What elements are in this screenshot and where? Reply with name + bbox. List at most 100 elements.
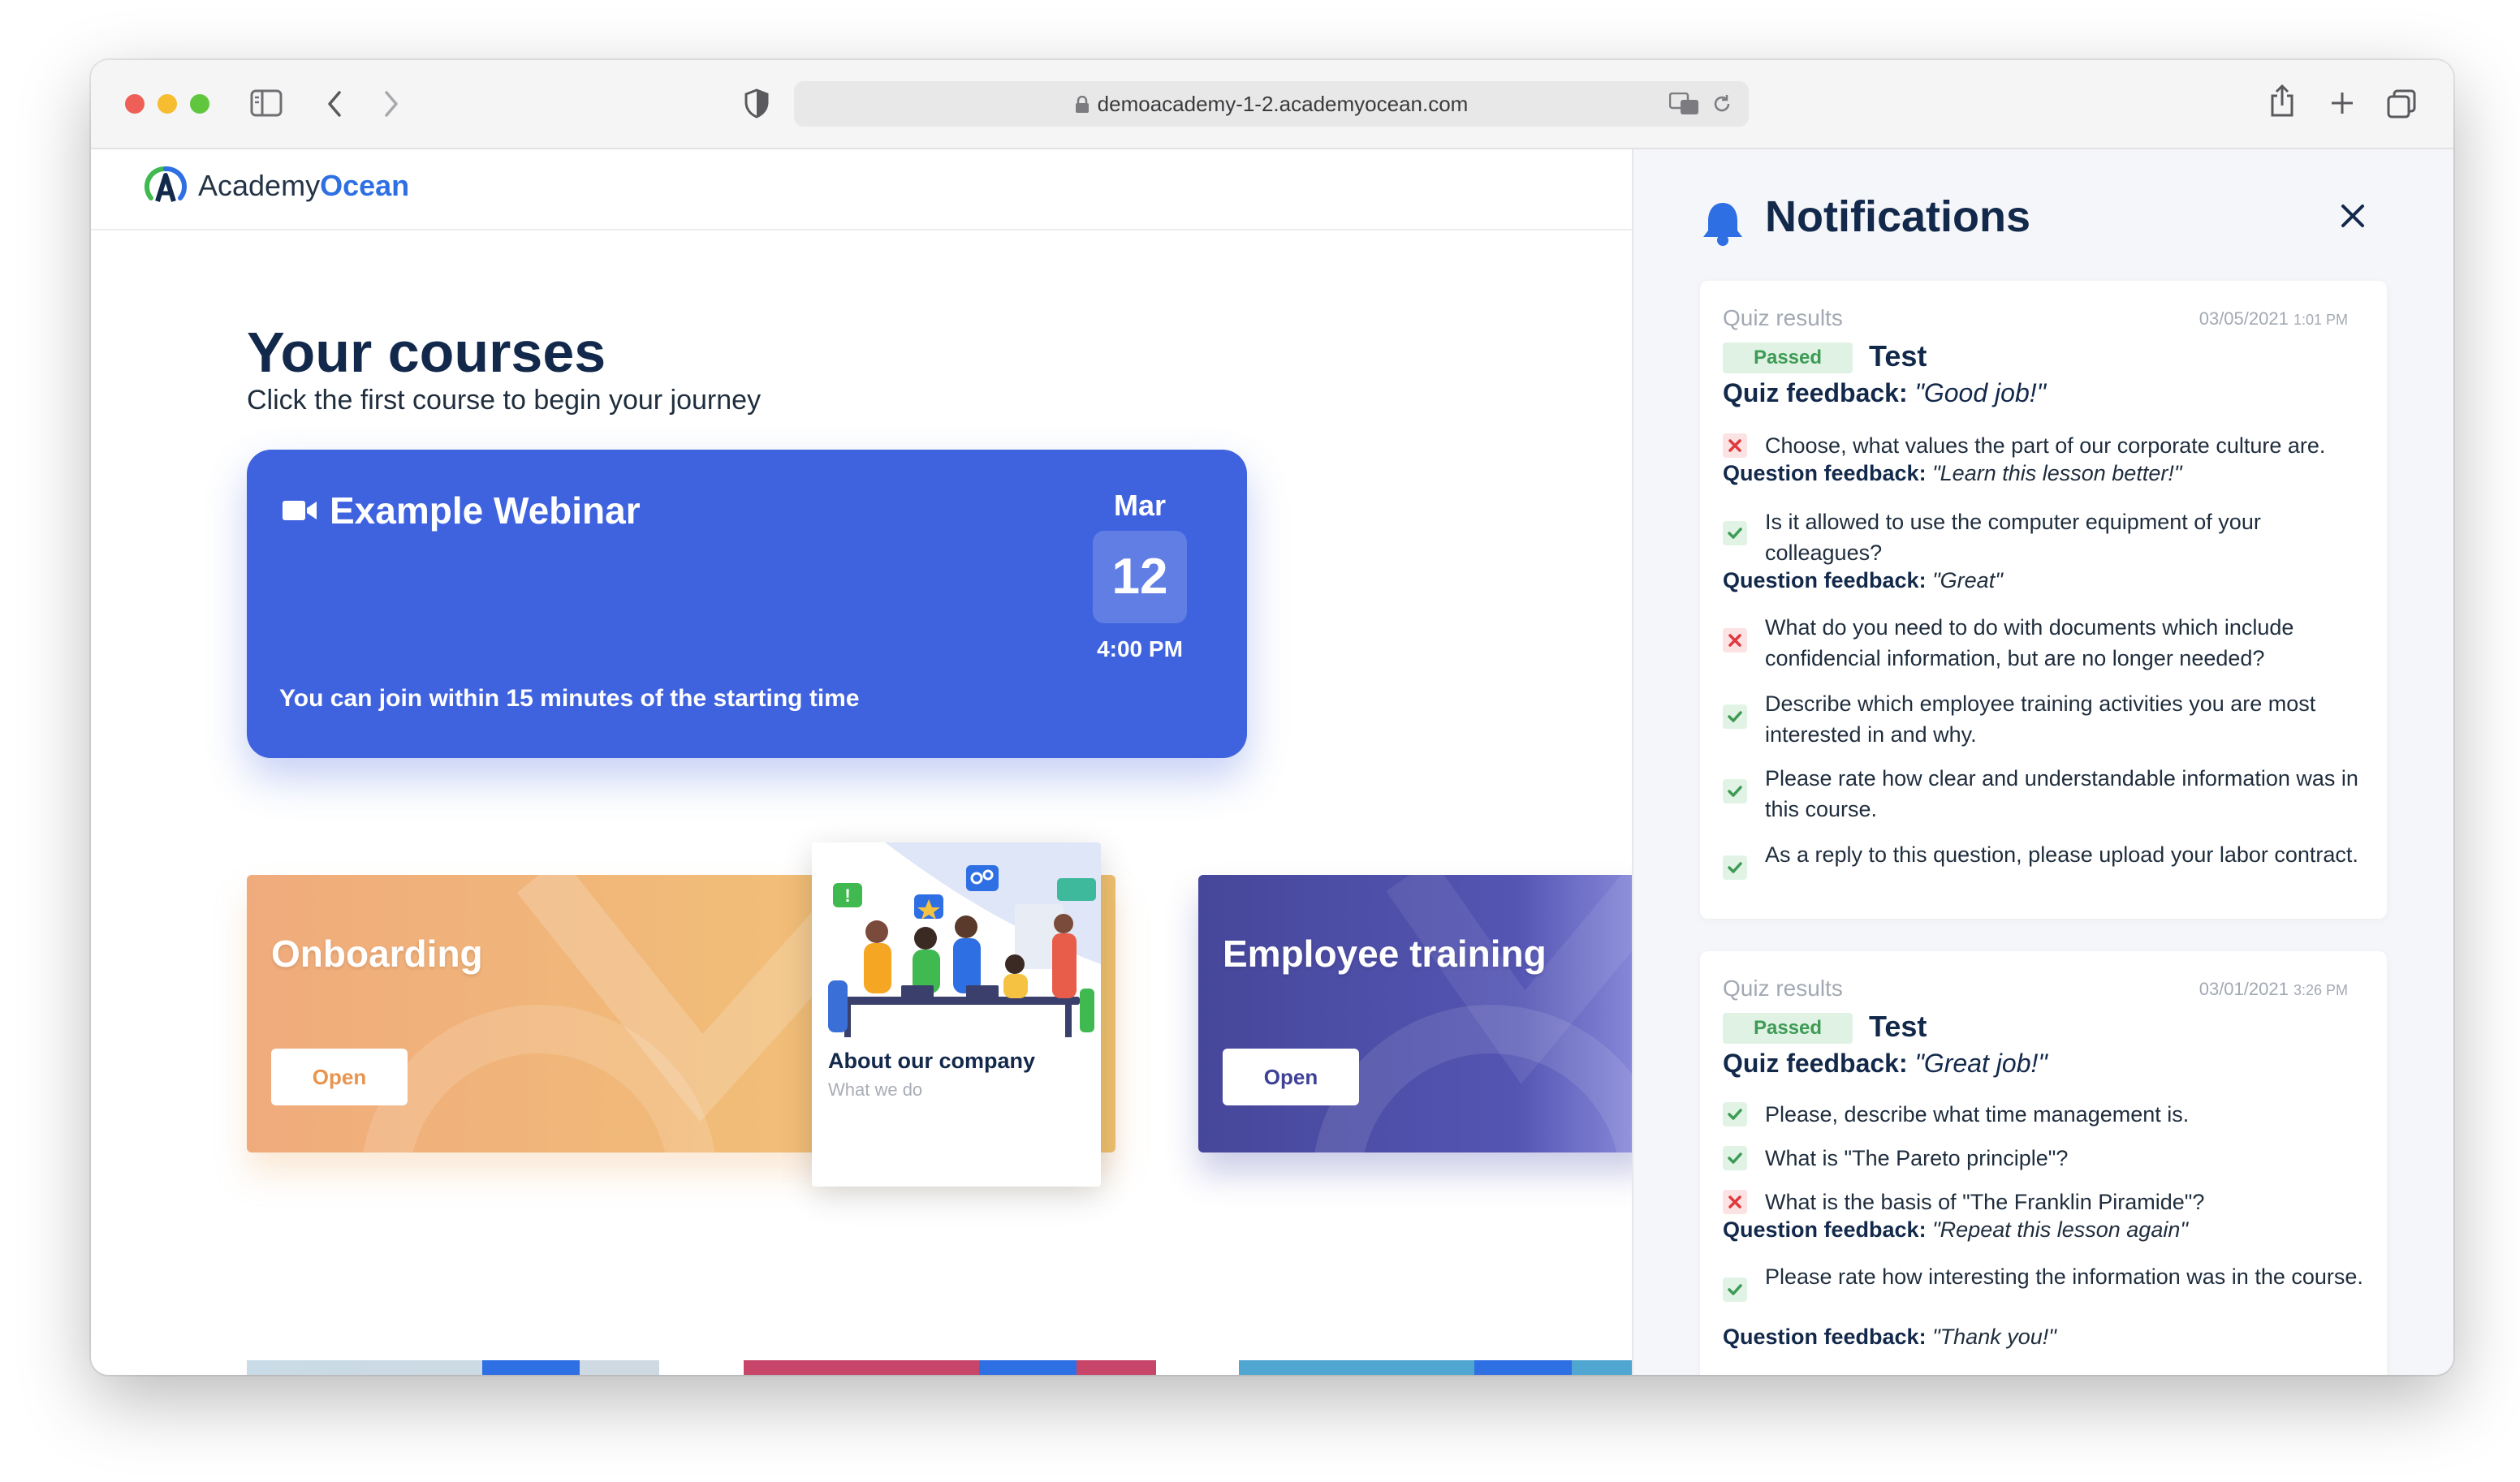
course-card-peek-2[interactable] — [744, 1360, 1156, 1375]
course-card-peek-3[interactable] — [1239, 1360, 1632, 1375]
employee-training-decoration — [1314, 875, 1632, 1152]
wrong-answer-icon — [1723, 628, 1747, 653]
notification-card[interactable]: Quiz results 03/01/2021 3:26 PM Passed T… — [1700, 951, 2387, 1375]
test-name: Test — [1869, 1010, 1927, 1043]
question-text: Please, describe what time management is… — [1765, 1102, 2190, 1127]
question-feedback-text: "Learn this lesson better!" — [1932, 461, 2182, 485]
quiz-feedback: Quiz feedback: "Great job!" — [1723, 1049, 2048, 1079]
question-feedback-label: Question feedback: — [1723, 568, 1927, 592]
notification-type: Quiz results — [1723, 976, 1843, 1001]
share-icon[interactable] — [2268, 83, 2296, 118]
about-company-card[interactable]: ! About our company What we do — [812, 842, 1101, 1187]
notification-type: Quiz results — [1723, 305, 1843, 330]
forward-icon[interactable] — [382, 89, 401, 118]
question-text: What do you need to do with documents wh… — [1765, 615, 2294, 670]
url-value: demoacademy-1-2.academyocean.com — [1097, 92, 1469, 116]
back-icon[interactable] — [325, 89, 344, 118]
correct-answer-icon — [1723, 1146, 1747, 1170]
site-header: AcademyOcean — [91, 149, 1632, 230]
question-feedback: Question feedback: "Repeat this lesson a… — [1723, 1217, 2188, 1243]
question-feedback: Question feedback: "Great" — [1723, 568, 2003, 593]
notification-card[interactable]: Quiz results 03/05/2021 1:01 PM Passed T… — [1700, 281, 2387, 919]
notifications-panel: Notifications Quiz results 03/05/2021 1:… — [1632, 149, 2453, 1375]
webinar-time: 4:00 PM — [1097, 636, 1183, 661]
lock-icon — [1075, 95, 1089, 113]
question-feedback-text: "Repeat this lesson again" — [1932, 1217, 2188, 1242]
correct-answer-icon — [1723, 1277, 1747, 1302]
address-bar[interactable]: demoacademy-1-2.academyocean.com — [794, 81, 1749, 127]
status-badge: Passed — [1723, 1013, 1853, 1044]
video-camera-icon — [283, 501, 317, 520]
quiz-feedback-label: Quiz feedback: — [1723, 378, 1908, 407]
question-text: Is it allowed to use the computer equipm… — [1765, 510, 2261, 565]
notification-date-value: 03/05/2021 — [2199, 308, 2289, 329]
webinar-title: Example Webinar — [330, 489, 641, 532]
question-text: What is "The Pareto principle"? — [1765, 1146, 2069, 1170]
page-subtitle: Click the first course to begin your jou… — [247, 385, 762, 416]
sidebar-toggle-icon[interactable] — [250, 89, 283, 117]
correct-answer-icon — [1723, 1102, 1747, 1127]
page-title: Your courses — [247, 321, 606, 384]
course-title-onboarding: Onboarding — [271, 933, 483, 975]
question-text: What is the basis of "The Franklin Piram… — [1765, 1190, 2205, 1214]
logo-suffix: Ocean — [320, 169, 410, 202]
webinar-card[interactable]: Example Webinar Mar 12 4:00 PM You can j… — [247, 450, 1247, 758]
question-feedback-text: "Great" — [1932, 568, 2003, 592]
academyocean-logo-icon[interactable] — [143, 164, 188, 209]
notification-time-value: 1:01 PM — [2293, 312, 2348, 328]
status-badge: Passed — [1723, 342, 1853, 373]
quiz-feedback-text: "Good job!" — [1914, 378, 2046, 407]
quiz-feedback: Quiz feedback: "Good job!" — [1723, 378, 2046, 408]
test-name: Test — [1869, 339, 1927, 373]
correct-answer-icon — [1723, 779, 1747, 803]
notifications-title: Notifications — [1765, 192, 2031, 241]
close-notifications-icon[interactable] — [2337, 200, 2369, 232]
webinar-day: 12 — [1093, 531, 1187, 623]
correct-answer-icon — [1723, 704, 1747, 729]
question-feedback: Question feedback: "Learn this lesson be… — [1723, 461, 2181, 486]
translate-icon[interactable] — [1669, 93, 1700, 115]
reload-icon[interactable] — [1711, 93, 1732, 114]
open-onboarding-button[interactable]: Open — [271, 1049, 408, 1105]
webinar-join-note: You can join within 15 minutes of the st… — [279, 685, 860, 712]
notification-date-value: 03/01/2021 — [2199, 979, 2289, 999]
course-card-peek-1[interactable] — [247, 1360, 659, 1375]
wrong-answer-icon — [1723, 1190, 1747, 1214]
academyocean-logo-text[interactable]: AcademyOcean — [198, 169, 409, 203]
privacy-shield-icon[interactable] — [744, 88, 770, 118]
about-card-title: About our company — [828, 1049, 1035, 1073]
close-window-button[interactable] — [125, 94, 145, 114]
team-illustration: ! — [812, 842, 1101, 1040]
bell-icon — [1703, 203, 1742, 246]
question-text: Please rate how interesting the informat… — [1765, 1264, 2363, 1289]
tab-overview-icon[interactable] — [2387, 89, 2416, 118]
question-text: Describe which employee training activit… — [1765, 691, 2316, 747]
zoom-window-button[interactable] — [190, 94, 209, 114]
quiz-feedback-text: "Great job!" — [1914, 1049, 2048, 1078]
question-feedback-label: Question feedback: — [1723, 1325, 1927, 1349]
open-employee-training-button[interactable]: Open — [1223, 1049, 1359, 1105]
quiz-feedback-label: Quiz feedback: — [1723, 1049, 1908, 1078]
svg-text:!: ! — [844, 885, 850, 906]
notification-date: 03/01/2021 3:26 PM — [2199, 979, 2348, 1000]
minimize-window-button[interactable] — [158, 94, 177, 114]
question-text: Please rate how clear and understandable… — [1765, 766, 2358, 821]
main-content: AcademyOcean Your courses Click the firs… — [91, 149, 1632, 1375]
browser-window: demoacademy-1-2.academyocean.com Academy… — [91, 60, 2453, 1375]
webinar-month: Mar — [1113, 489, 1167, 522]
question-feedback-text: "Thank you!" — [1932, 1325, 2056, 1349]
correct-answer-icon — [1723, 855, 1747, 880]
notification-time-value: 3:26 PM — [2293, 982, 2348, 998]
question-feedback-label: Question feedback: — [1723, 461, 1927, 485]
correct-answer-icon — [1723, 521, 1747, 545]
question-text: Choose, what values the part of our corp… — [1765, 433, 2326, 458]
course-title-employee-training: Employee training — [1223, 933, 1547, 975]
url-text: demoacademy-1-2.academyocean.com — [794, 81, 1749, 127]
question-feedback: Question feedback: "Thank you!" — [1723, 1325, 2056, 1350]
question-feedback-label: Question feedback: — [1723, 1217, 1927, 1242]
course-card-employee-training[interactable]: Employee training Open — [1198, 875, 1632, 1152]
browser-toolbar: demoacademy-1-2.academyocean.com — [91, 60, 2453, 149]
notification-date: 03/05/2021 1:01 PM — [2199, 308, 2348, 330]
question-text: As a reply to this question, please uplo… — [1765, 842, 2358, 867]
new-tab-icon[interactable] — [2330, 91, 2354, 115]
